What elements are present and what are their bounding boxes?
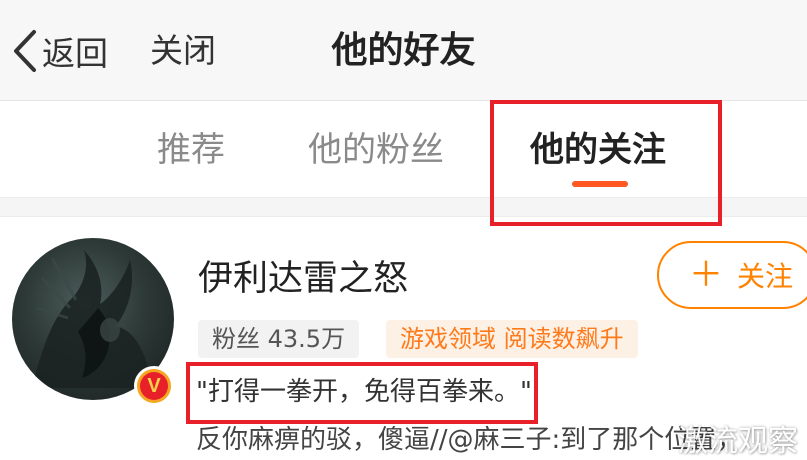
section-divider <box>0 198 807 217</box>
tab-recommend[interactable]: 推荐 <box>157 123 225 177</box>
active-tab-indicator <box>572 181 628 187</box>
tab-his-following[interactable]: 他的关注 <box>530 123 666 177</box>
page-title: 他的好友 <box>331 30 476 71</box>
fans-count-badge: 粉丝 43.5万 <box>198 320 360 358</box>
user-description: 反你麻痹的驳，傻逼//@麻三子:到了那个位置， <box>196 425 743 455</box>
tab-his-fans[interactable]: 他的粉丝 <box>308 123 444 177</box>
verified-badge: V <box>134 366 174 406</box>
follow-button-label: 关注 <box>737 260 794 293</box>
category-tag-badge: 游戏领域 阅读数飙升 <box>386 320 638 358</box>
plus-icon: ＋ <box>689 255 723 295</box>
tab-bar: 推荐 他的粉丝 他的关注 <box>0 101 807 198</box>
watermark: 激流观察 <box>678 424 798 459</box>
follow-button[interactable]: ＋ 关注 <box>657 241 807 309</box>
verified-v-icon: V <box>140 372 168 400</box>
user-name[interactable]: 伊利达雷之怒 <box>198 254 408 304</box>
user-quote: "打得一拳开，免得百拳来。" <box>196 377 532 407</box>
page: 返回 关闭 他的好友 推荐 他的粉丝 他的关注 V 伊利达雷之怒 ＋ 关注 粉丝… <box>0 0 807 460</box>
nav-bar: 返回 关闭 他的好友 <box>0 0 807 101</box>
